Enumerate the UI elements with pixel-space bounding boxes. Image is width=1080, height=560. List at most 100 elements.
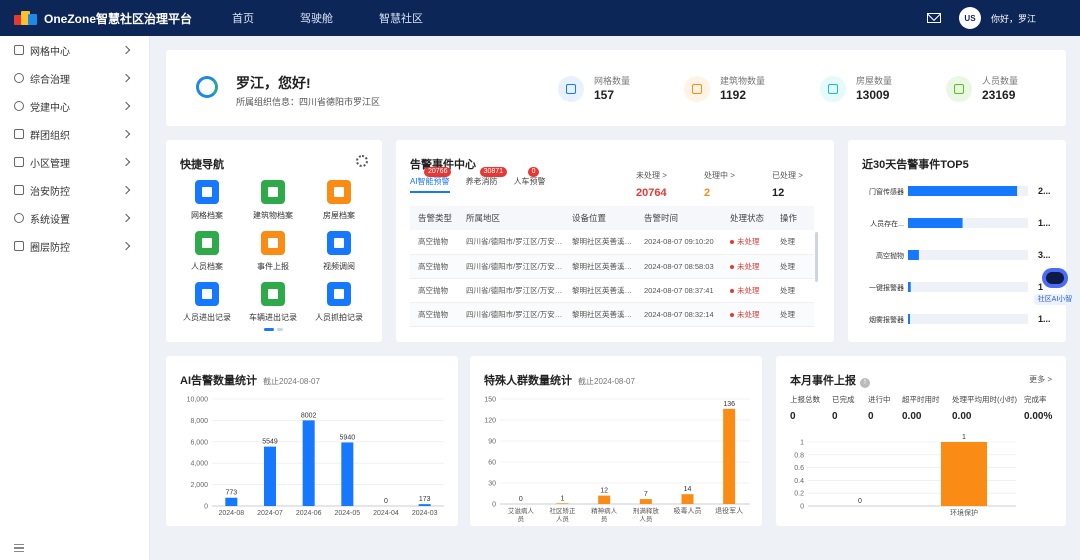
x-tick-label: 2024-04 xyxy=(373,510,399,517)
sidebar: 网格中心 综合治理 党建中心 群团组织 小区管理 治安防控 系统设置 圈层防控 xyxy=(0,36,150,560)
alarm-summary-0[interactable]: 未处理 > 20764 xyxy=(636,170,667,199)
sidebar-item-grid-center[interactable]: 网格中心 xyxy=(0,36,149,64)
alarm-tab-0[interactable]: AI智能预警 20766 xyxy=(410,167,452,193)
mail-icon[interactable] xyxy=(926,13,941,23)
y-tick-label: 4,000 xyxy=(190,461,208,468)
sidebar-item-security[interactable]: 治安防控 xyxy=(0,176,149,204)
sidebar-item-circle-control[interactable]: 圈层防控 xyxy=(0,232,149,260)
table-cell[interactable]: 处理 xyxy=(772,254,814,279)
x-tick-label: 2024-03 xyxy=(412,510,438,517)
sidebar-item-governance[interactable]: 综合治理 xyxy=(0,64,149,92)
top5-track xyxy=(908,282,1028,292)
settings-icon[interactable] xyxy=(356,155,368,167)
process-link[interactable]: 处理 xyxy=(780,286,795,295)
table-cell[interactable]: 处理 xyxy=(772,278,814,303)
chevron-right-icon xyxy=(121,45,131,55)
top5-value: 1... xyxy=(1038,314,1051,324)
sidebar-item-party[interactable]: 党建中心 xyxy=(0,92,149,120)
group-icon xyxy=(14,129,24,139)
alarm-tab-label: 人车预警 xyxy=(513,177,546,186)
chevron-right-icon xyxy=(121,213,131,223)
table-cell: 2024-08-07 08:32:14 xyxy=(636,302,722,327)
table-cell: 未处理 xyxy=(722,302,772,327)
table-cell: 黎明社区英善溪苑... xyxy=(564,230,636,255)
top5-bar xyxy=(908,218,963,228)
alarm-tab-badge: 0 xyxy=(527,167,540,177)
ai-assistant-robot[interactable]: 社区AI小智 xyxy=(1034,262,1076,308)
chevron-right-icon xyxy=(121,129,131,139)
house-icon xyxy=(820,76,846,102)
alarm-tab-label: 养老消防 xyxy=(465,177,498,186)
alarm-table-header: 操作 xyxy=(772,206,814,230)
chevron-right-icon xyxy=(121,157,131,167)
carousel-dots[interactable] xyxy=(264,328,286,331)
avatar[interactable]: US xyxy=(958,7,981,29)
building-archive-icon xyxy=(261,180,285,204)
quick-nav-item[interactable]: 车辆进出记录 xyxy=(240,282,306,323)
quick-nav-item[interactable]: 人员抓拍记录 xyxy=(306,282,372,323)
alarm-summary-2[interactable]: 已处理 > 12 xyxy=(772,170,803,199)
sidebar-item-settings[interactable]: 系统设置 xyxy=(0,204,149,232)
table-cell[interactable]: 处理 xyxy=(772,230,814,255)
process-link[interactable]: 处理 xyxy=(780,310,795,319)
quick-nav-item[interactable]: 网格档案 xyxy=(174,180,240,221)
quick-nav-item[interactable]: 视频调阅 xyxy=(306,231,372,272)
top5-track xyxy=(908,314,1028,324)
quick-nav-item[interactable]: 建筑物档案 xyxy=(240,180,306,221)
brand-logo[interactable]: OneZone智慧社区治理平台 xyxy=(14,10,210,27)
table-cell: 2024-08-07 08:58:03 xyxy=(636,254,722,279)
x-tick-label: 2024-05 xyxy=(334,510,360,517)
data-label: 0 xyxy=(858,498,862,505)
home-icon xyxy=(14,157,24,167)
grid-archive-icon xyxy=(195,180,219,204)
alarm-summary-value: 20764 xyxy=(636,187,667,199)
top5-value: 2... xyxy=(1038,186,1051,196)
sidebar-item-group[interactable]: 群团组织 xyxy=(0,120,149,148)
x-tick-label: 2024-07 xyxy=(257,510,283,517)
top5-bar xyxy=(908,186,1018,196)
alarm-tab-2[interactable]: 人车预警 0 xyxy=(513,167,546,193)
alarm-summary-1[interactable]: 处理中 > 2 xyxy=(704,170,735,199)
sidebar-item-community[interactable]: 小区管理 xyxy=(0,148,149,176)
alarm-table-scrollbar[interactable] xyxy=(815,232,818,282)
grid-map-icon xyxy=(558,76,584,102)
collapse-menu-icon[interactable] xyxy=(14,544,24,552)
stat-value: 23169 xyxy=(982,88,1016,102)
top5-label: 烟雾报警器 xyxy=(869,315,904,324)
alarm-tab-label: AI智能预警 xyxy=(410,177,450,186)
table-cell: 黎明社区英善溪苑... xyxy=(564,254,636,279)
quick-nav-item[interactable]: 人员进出记录 xyxy=(174,282,240,323)
bar xyxy=(302,420,315,506)
car-access-icon xyxy=(261,282,285,306)
nav-smart-community[interactable]: 智慧社区 xyxy=(379,10,423,26)
x-tick-label: 2024-08 xyxy=(218,510,244,517)
quick-nav-item[interactable]: 事件上报 xyxy=(240,231,306,272)
shield-check-icon xyxy=(14,241,24,251)
nav-cockpit[interactable]: 驾驶舱 xyxy=(300,10,333,26)
y-tick-label: 150 xyxy=(484,397,496,404)
alarm-summary-label: 未处理 > xyxy=(636,171,667,180)
x-tick-label: 2024-06 xyxy=(296,510,322,517)
data-label: 773 xyxy=(225,490,237,497)
status-dot-icon xyxy=(730,240,734,245)
nav-home[interactable]: 首页 xyxy=(232,10,254,26)
process-link[interactable]: 处理 xyxy=(780,262,795,271)
table-cell: 四川省/德阳市/罗江区/万安镇... xyxy=(458,302,564,327)
table-cell: 高空抛物 xyxy=(410,302,458,327)
brand-name: OneZone智慧社区治理平台 xyxy=(44,11,193,26)
alarm-tab-1[interactable]: 养老消防 30871 xyxy=(465,167,508,193)
data-label: 0 xyxy=(384,498,388,505)
data-label: 5940 xyxy=(340,434,356,441)
quick-nav-item[interactable]: 人员档案 xyxy=(174,231,240,272)
process-link[interactable]: 处理 xyxy=(780,237,795,246)
quick-nav-item[interactable]: 房屋档案 xyxy=(306,180,372,221)
top5-card: 近30天告警事件TOP5 门窗传感器 2... 人员存在... 1... 高空抛物 3..… xyxy=(848,140,1066,342)
stat-3: 人员数量 23169 xyxy=(946,74,1076,106)
table-cell[interactable]: 处理 xyxy=(772,302,814,327)
alarm-table: 告警类型 所属地区 设备位置 告警时间 处理状态 操作 高空抛物 四川省/德阳市/罗江区/万… xyxy=(410,206,814,327)
month-report-chart: 0 0.2 0.4 0.6 0.8 1 0 1 环境保护 xyxy=(794,434,1016,517)
x-tick-label: 退役军人 xyxy=(715,506,743,515)
stat-1: 建筑物数量 1192 xyxy=(684,74,814,106)
data-label: 0 xyxy=(519,496,523,503)
user-greeting[interactable]: 你好，罗江 xyxy=(991,12,1036,25)
